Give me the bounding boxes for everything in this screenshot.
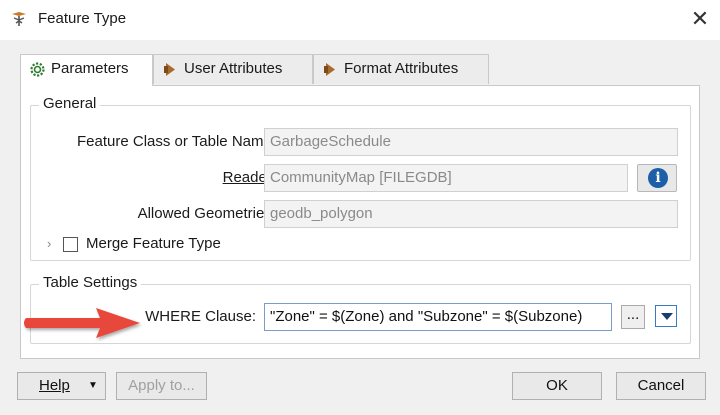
tab-label: Parameters	[51, 60, 129, 77]
tab-format-attributes[interactable]: Format Attributes	[313, 54, 489, 84]
merge-feature-type-checkbox[interactable]	[63, 237, 78, 252]
where-clause-input[interactable]: "Zone" = $(Zone) and "Subzone" = $(Subzo…	[264, 303, 612, 331]
help-dropdown-icon[interactable]: ▼	[88, 373, 98, 399]
ok-button[interactable]: OK	[512, 372, 602, 400]
chevron-down-icon	[661, 313, 673, 320]
apply-to-button[interactable]: Apply to...	[116, 372, 207, 400]
fme-app-icon	[12, 12, 26, 26]
annotation-arrow	[24, 308, 140, 338]
tab-label: Format Attributes	[344, 60, 459, 77]
reader-field: CommunityMap [FILEGDB]	[264, 164, 628, 192]
allowed-geometries-field: geodb_polygon	[264, 200, 678, 228]
feature-class-label: Feature Class or Table Name:	[77, 133, 276, 150]
cancel-button[interactable]: Cancel	[616, 372, 706, 400]
tab-label: User Attributes	[184, 60, 283, 77]
tab-parameters[interactable]: Parameters	[20, 54, 153, 86]
merge-feature-type-label: Merge Feature Type	[86, 235, 221, 252]
window-title: Feature Type	[38, 10, 127, 27]
where-clause-dropdown-button[interactable]	[655, 305, 677, 327]
allowed-geometries-label: Allowed Geometries:	[137, 205, 276, 222]
general-group: General Feature Class or Table Name: Gar…	[30, 95, 691, 261]
title-bar: Feature Type ✕	[0, 0, 720, 40]
table-settings-group-title: Table Settings	[39, 274, 142, 291]
attribute-arrow-icon	[324, 63, 335, 76]
help-button[interactable]: Help ▼	[17, 372, 106, 400]
dialog-body: Parameters User Attributes Format Attrib…	[0, 40, 720, 415]
where-clause-ellipsis-button[interactable]: ...	[621, 305, 645, 329]
reader-info-button[interactable]: i	[637, 164, 677, 192]
attribute-arrow-icon	[164, 63, 175, 76]
where-clause-label: WHERE Clause:	[145, 308, 256, 325]
gear-icon	[30, 62, 45, 77]
general-group-title: General	[39, 95, 101, 112]
feature-class-field: GarbageSchedule	[264, 128, 678, 156]
tab-user-attributes[interactable]: User Attributes	[153, 54, 313, 84]
close-icon[interactable]: ✕	[687, 6, 713, 32]
info-icon: i	[648, 168, 668, 188]
expand-chevron-icon[interactable]: ›	[47, 236, 51, 251]
